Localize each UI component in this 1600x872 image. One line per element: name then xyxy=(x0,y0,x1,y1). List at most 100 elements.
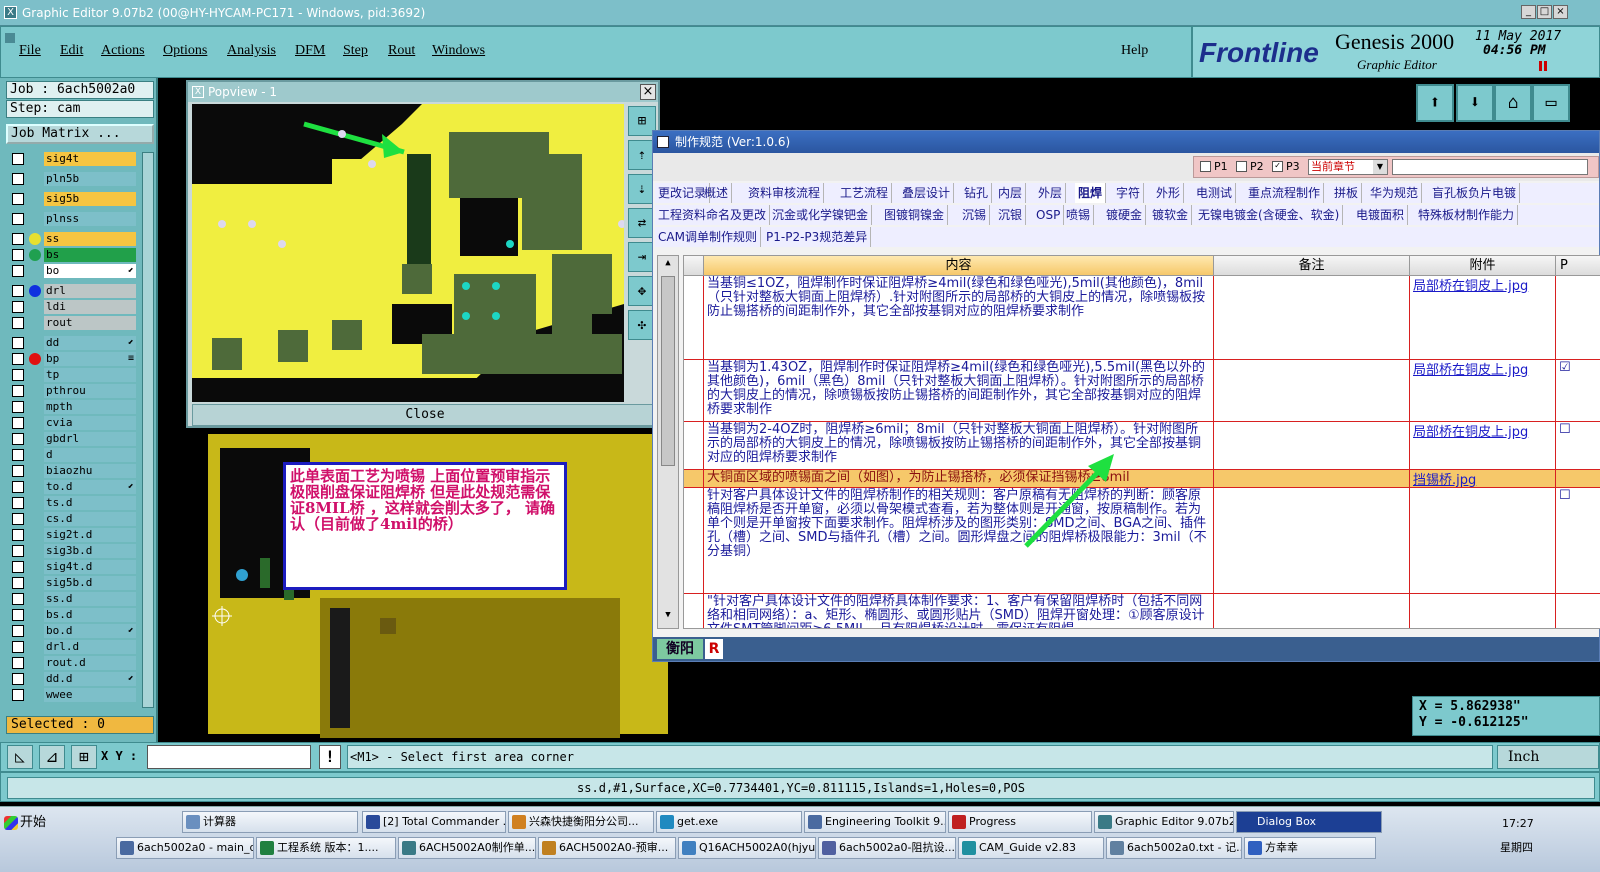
layer-checkbox[interactable] xyxy=(12,577,24,589)
measure-tool-icon[interactable]: ⊿ xyxy=(39,745,65,769)
menu-help[interactable]: Help xyxy=(1121,43,1148,59)
layer-checkbox[interactable] xyxy=(12,673,24,685)
alert-icon[interactable]: ! xyxy=(319,745,341,769)
table-row[interactable]: 当基铜为2-4OZ时，阻焊桥≥6mil；8mil（只针对整板大铜面上阻焊桥）。针… xyxy=(684,422,1600,470)
menu-edit[interactable]: Edit xyxy=(60,43,83,59)
layer-row[interactable]: ldi xyxy=(12,300,136,314)
menu-actions[interactable]: Actions xyxy=(101,43,145,59)
table-row[interactable]: 当基铜为1.43OZ，阻焊制作时保证阻焊桥≥4mil(绿色和绿色哑光),5.5m… xyxy=(684,360,1600,422)
layer-checkbox[interactable] xyxy=(12,233,24,245)
spec-tab[interactable]: 沉金或化学镍钯金 xyxy=(769,205,873,225)
layer-checkbox[interactable] xyxy=(12,285,24,297)
layer-name[interactable]: bs xyxy=(44,248,136,262)
p3-checkbox[interactable]: ✓ xyxy=(1272,161,1283,172)
menu-dfm[interactable]: DFM xyxy=(295,43,325,59)
layer-row[interactable]: dd.d ⬋ xyxy=(12,672,136,686)
layer-row[interactable]: bo.d ⬋ xyxy=(12,624,136,638)
layer-checkbox[interactable] xyxy=(12,193,24,205)
layer-name[interactable]: d xyxy=(44,448,136,462)
popview-pcb-image[interactable] xyxy=(192,104,624,402)
layer-name[interactable]: dd xyxy=(44,336,136,350)
grid-tool-icon[interactable]: ⊞ xyxy=(71,745,97,769)
layer-name[interactable]: drl.d xyxy=(44,640,136,654)
popview-close-icon[interactable]: × xyxy=(640,84,656,100)
spec-tab[interactable]: OSP xyxy=(1033,205,1065,225)
cell-attachment[interactable]: 局部桥在铜皮上.jpg xyxy=(1410,360,1556,421)
layer-name[interactable]: wwee xyxy=(44,688,136,702)
layer-checkbox[interactable] xyxy=(12,417,24,429)
layer-row[interactable]: mpth xyxy=(12,400,136,414)
taskbar-item[interactable]: 兴森快捷衡阳分公司... xyxy=(508,811,654,833)
layer-row[interactable]: bo ⬋ xyxy=(12,264,136,278)
col-attach[interactable]: 附件 xyxy=(1410,256,1556,276)
layer-row[interactable]: biaozhu xyxy=(12,464,136,478)
taskbar-item[interactable]: 工程系统 版本：1.... xyxy=(256,837,396,859)
spec-search-input[interactable] xyxy=(1392,159,1588,175)
taskbar-item[interactable]: Dialog Box xyxy=(1236,811,1382,833)
spec-tab[interactable]: 概述 xyxy=(701,183,733,203)
layer-checkbox[interactable] xyxy=(12,173,24,185)
layer-row[interactable]: tp xyxy=(12,368,136,382)
layer-row[interactable]: rout xyxy=(12,316,136,330)
taskbar-item[interactable]: Progress xyxy=(948,811,1092,833)
taskbar-item[interactable]: 6ach5002a0.txt - 记... xyxy=(1106,837,1242,859)
layer-checkbox[interactable] xyxy=(12,433,24,445)
spec-tab[interactable]: CAM调单制作规则 xyxy=(655,227,761,247)
cell-attachment[interactable] xyxy=(1410,488,1556,593)
spec-tab[interactable]: 无镍电镀金(含硬金、软金) xyxy=(1195,205,1344,225)
layer-row[interactable]: sig5b.d xyxy=(12,576,136,590)
spec-tab[interactable]: 重点流程制作 xyxy=(1245,183,1325,203)
spec-tab[interactable]: 阻焊 xyxy=(1075,183,1107,203)
layer-row[interactable]: sig2t.d xyxy=(12,528,136,542)
spec-tab[interactable]: 镀软金 xyxy=(1149,205,1193,225)
layer-row[interactable]: sig4t.d xyxy=(12,560,136,574)
house-icon[interactable]: ⌂ xyxy=(1494,84,1532,122)
col-content[interactable]: 内容 xyxy=(704,256,1214,276)
layer-checkbox[interactable] xyxy=(12,301,24,313)
layer-row[interactable]: rout.d xyxy=(12,656,136,670)
layer-name[interactable]: gbdrl xyxy=(44,432,136,446)
layer-row[interactable]: drl xyxy=(12,284,136,298)
spec-tab[interactable]: 工程资料命名及更改 xyxy=(655,205,771,225)
layer-name[interactable]: sig2t.d xyxy=(44,528,136,542)
layer-name[interactable]: sig5b xyxy=(44,192,136,206)
minimize-button[interactable]: _ xyxy=(1521,5,1536,19)
layer-row[interactable]: wwee xyxy=(12,688,136,702)
layer-name[interactable]: mpth xyxy=(44,400,136,414)
layer-row[interactable]: pthrou xyxy=(12,384,136,398)
layer-row[interactable]: sig3b.d xyxy=(12,544,136,558)
layer-name[interactable]: ss.d xyxy=(44,592,136,606)
layer-row[interactable]: ss.d xyxy=(12,592,136,606)
taskbar-item[interactable]: 6ACH5002A0制作单... xyxy=(398,837,536,859)
menu-step[interactable]: Step xyxy=(343,43,368,59)
layer-name[interactable]: ss xyxy=(44,232,136,246)
menu-rout[interactable]: Rout xyxy=(388,43,415,59)
chapter-select[interactable]: 当前章节 ▼ xyxy=(1308,159,1388,175)
layer-checkbox[interactable] xyxy=(12,513,24,525)
spec-tab[interactable]: 图镀铜镍金 xyxy=(881,205,949,225)
layer-checkbox[interactable] xyxy=(12,449,24,461)
spec-tab[interactable]: 盲孔板负片电镀 xyxy=(1429,183,1521,203)
layer-checkbox[interactable] xyxy=(12,265,24,277)
table-row[interactable]: "针对客户具体设计文件的阻焊桥具体制作要求：1、客户有保留阻焊桥时（包括不同网络… xyxy=(684,594,1600,628)
layer-name[interactable]: cvia xyxy=(44,416,136,430)
pause-icon[interactable] xyxy=(1539,61,1547,71)
layer-row[interactable]: ss xyxy=(12,232,136,246)
layer-name[interactable]: bo xyxy=(44,264,136,278)
layer-name[interactable]: ldi xyxy=(44,300,136,314)
layer-checkbox[interactable] xyxy=(12,641,24,653)
close-button[interactable]: × xyxy=(1553,5,1568,19)
spec-tab[interactable]: 资料审核流程 xyxy=(745,183,825,203)
layer-checkbox[interactable] xyxy=(12,317,24,329)
layer-checkbox[interactable] xyxy=(12,593,24,605)
layer-name[interactable]: bo.d xyxy=(44,624,136,638)
p2-checkbox[interactable] xyxy=(1236,161,1247,172)
taskbar-item[interactable]: 6ach5002a0 - main_qa xyxy=(116,837,254,859)
screen-icon[interactable]: ▭ xyxy=(1532,84,1570,122)
layer-row[interactable]: to.d ⬋ xyxy=(12,480,136,494)
layer-row[interactable]: cvia xyxy=(12,416,136,430)
taskbar-item[interactable]: get.exe xyxy=(656,811,802,833)
layer-row[interactable]: d xyxy=(12,448,136,462)
layer-name[interactable]: bp xyxy=(44,352,136,366)
spec-tab[interactable]: 字符 xyxy=(1113,183,1145,203)
